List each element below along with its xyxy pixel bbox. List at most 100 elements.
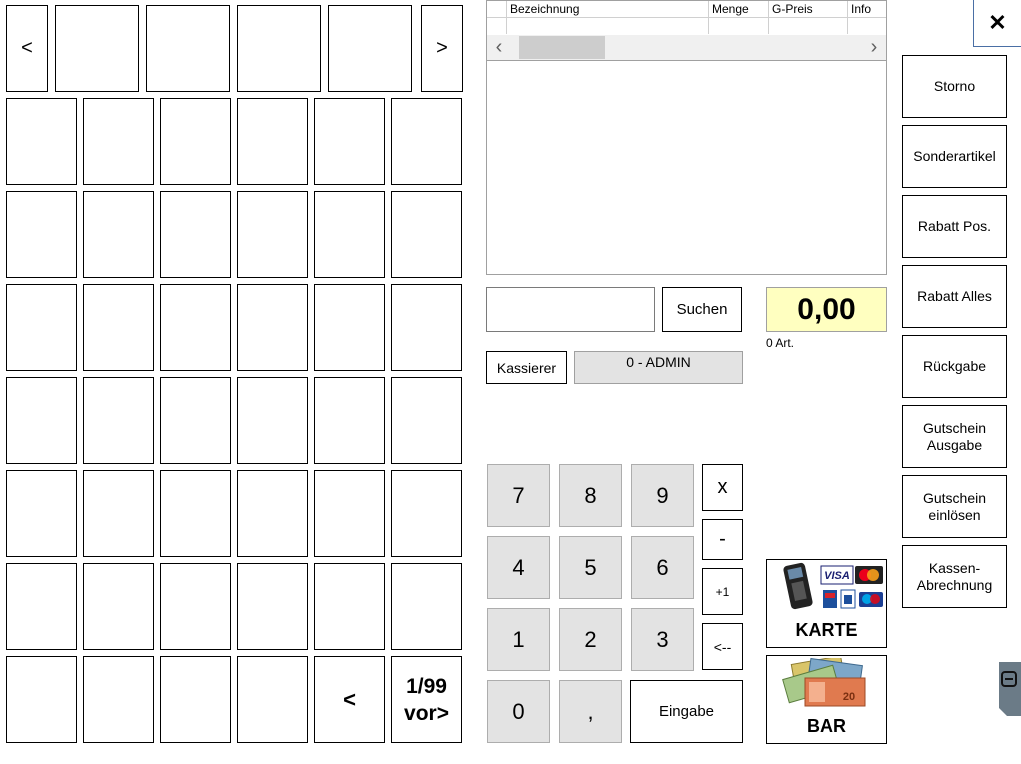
product-button[interactable] xyxy=(391,563,462,650)
cash-payment-button[interactable]: 20 BAR xyxy=(766,655,887,744)
product-button[interactable] xyxy=(237,98,308,185)
gutschein-einloesen-line1: Gutschein xyxy=(922,489,987,506)
product-button[interactable] xyxy=(83,284,154,371)
product-button[interactable] xyxy=(83,470,154,557)
product-button[interactable] xyxy=(6,470,77,557)
keypad-9-button[interactable]: 9 xyxy=(631,464,694,527)
column-divider xyxy=(847,18,848,34)
keypad-1-button[interactable]: 1 xyxy=(487,608,550,671)
keypad-4-button[interactable]: 4 xyxy=(487,536,550,599)
page-indicator: 1/99 xyxy=(406,674,447,698)
enter-button[interactable]: Eingabe xyxy=(630,680,743,743)
keypad-2-button[interactable]: 2 xyxy=(559,608,622,671)
scroll-left-icon[interactable]: ‹ xyxy=(491,35,507,60)
column-header-g-preis[interactable]: G-Preis xyxy=(769,1,848,18)
plus-one-button[interactable]: +1 xyxy=(702,568,743,615)
product-button[interactable] xyxy=(83,191,154,278)
cashier-button[interactable]: Kassierer xyxy=(486,351,567,384)
side-handle-icon[interactable] xyxy=(995,662,1021,716)
product-button[interactable] xyxy=(160,284,231,371)
minus-button[interactable]: - xyxy=(702,519,743,560)
product-button[interactable] xyxy=(237,284,308,371)
scroll-right-icon[interactable]: › xyxy=(866,35,882,60)
page-forward-button[interactable]: 1/99 vor> xyxy=(391,656,462,743)
product-button[interactable] xyxy=(83,563,154,650)
category-prev-button[interactable]: < xyxy=(6,5,48,92)
backspace-button[interactable]: <-- xyxy=(702,623,743,670)
column-divider xyxy=(768,18,769,34)
card-payment-button[interactable]: VISA KARTE xyxy=(766,559,887,648)
product-button[interactable] xyxy=(237,377,308,464)
product-button[interactable] xyxy=(237,656,308,743)
gutschein-einloesen-line2: einlösen xyxy=(928,506,981,523)
rueckgabe-button[interactable]: Rückgabe xyxy=(902,335,1007,398)
product-button[interactable] xyxy=(83,656,154,743)
product-button[interactable] xyxy=(314,563,385,650)
product-button[interactable] xyxy=(83,98,154,185)
product-button[interactable] xyxy=(6,656,77,743)
gutschein-einloesen-button[interactable]: Gutschein einlösen xyxy=(902,475,1007,538)
product-button[interactable] xyxy=(6,377,77,464)
product-button[interactable] xyxy=(391,98,462,185)
column-header-menge[interactable]: Menge xyxy=(709,1,769,18)
product-button[interactable] xyxy=(6,191,77,278)
product-button[interactable] xyxy=(237,191,308,278)
product-button[interactable] xyxy=(237,563,308,650)
keypad-6-button[interactable]: 6 xyxy=(631,536,694,599)
scrollbar-thumb[interactable] xyxy=(519,36,605,59)
product-button[interactable] xyxy=(160,191,231,278)
product-button[interactable] xyxy=(314,191,385,278)
column-header-bezeichnung[interactable]: Bezeichnung xyxy=(507,1,709,18)
product-button[interactable] xyxy=(391,191,462,278)
product-button[interactable] xyxy=(6,284,77,371)
kassenabrechnung-line2: Abrechnung xyxy=(916,576,993,593)
keypad-7-button[interactable]: 7 xyxy=(487,464,550,527)
product-button[interactable] xyxy=(83,377,154,464)
product-button[interactable] xyxy=(6,563,77,650)
keypad-5-button[interactable]: 5 xyxy=(559,536,622,599)
keypad-3-button[interactable]: 3 xyxy=(631,608,694,671)
product-button[interactable] xyxy=(160,98,231,185)
rabatt-alles-button[interactable]: Rabatt Alles xyxy=(902,265,1007,328)
kassenabrechnung-button[interactable]: Kassen- Abrechnung xyxy=(902,545,1007,608)
receipt-table[interactable]: Bezeichnung Menge G-Preis Info ‹ › xyxy=(486,0,887,275)
product-button[interactable] xyxy=(314,284,385,371)
product-button[interactable] xyxy=(160,377,231,464)
gutschein-ausgabe-button[interactable]: Gutschein Ausgabe xyxy=(902,405,1007,468)
keypad-0-button[interactable]: 0 xyxy=(487,680,550,743)
close-icon[interactable]: ✕ xyxy=(973,0,1021,47)
product-button[interactable] xyxy=(237,470,308,557)
category-tab[interactable] xyxy=(146,5,230,92)
product-button[interactable] xyxy=(391,377,462,464)
product-button[interactable] xyxy=(314,470,385,557)
product-button[interactable] xyxy=(314,98,385,185)
category-tab[interactable] xyxy=(237,5,321,92)
card-terminal-icon: VISA xyxy=(783,562,883,610)
product-button[interactable] xyxy=(160,470,231,557)
product-button[interactable] xyxy=(391,284,462,371)
keypad-comma-button[interactable]: , xyxy=(559,680,622,743)
category-tab[interactable] xyxy=(55,5,139,92)
product-button[interactable] xyxy=(160,563,231,650)
storno-button[interactable]: Storno xyxy=(902,55,1007,118)
gutschein-ausgabe-line2: Ausgabe xyxy=(926,436,983,453)
product-button[interactable] xyxy=(314,377,385,464)
sonderartikel-button[interactable]: Sonderartikel xyxy=(902,125,1007,188)
product-button[interactable] xyxy=(160,656,231,743)
category-tab[interactable] xyxy=(328,5,412,92)
product-button[interactable] xyxy=(391,470,462,557)
row-header-corner xyxy=(487,1,507,18)
gutschein-ausgabe-line1: Gutschein xyxy=(922,419,987,436)
product-button[interactable] xyxy=(6,98,77,185)
card-payment-label: KARTE xyxy=(795,620,858,640)
keypad-8-button[interactable]: 8 xyxy=(559,464,622,527)
rabatt-pos-button[interactable]: Rabatt Pos. xyxy=(902,195,1007,258)
horizontal-scrollbar[interactable]: ‹ › xyxy=(487,35,886,61)
search-button[interactable]: Suchen xyxy=(662,287,742,332)
category-next-button[interactable]: > xyxy=(421,5,463,92)
multiply-button[interactable]: x xyxy=(702,464,743,511)
column-header-info[interactable]: Info xyxy=(848,1,886,18)
page-back-button[interactable]: < xyxy=(314,656,385,743)
item-count: 0 Art. xyxy=(766,336,795,350)
search-input[interactable] xyxy=(486,287,655,332)
